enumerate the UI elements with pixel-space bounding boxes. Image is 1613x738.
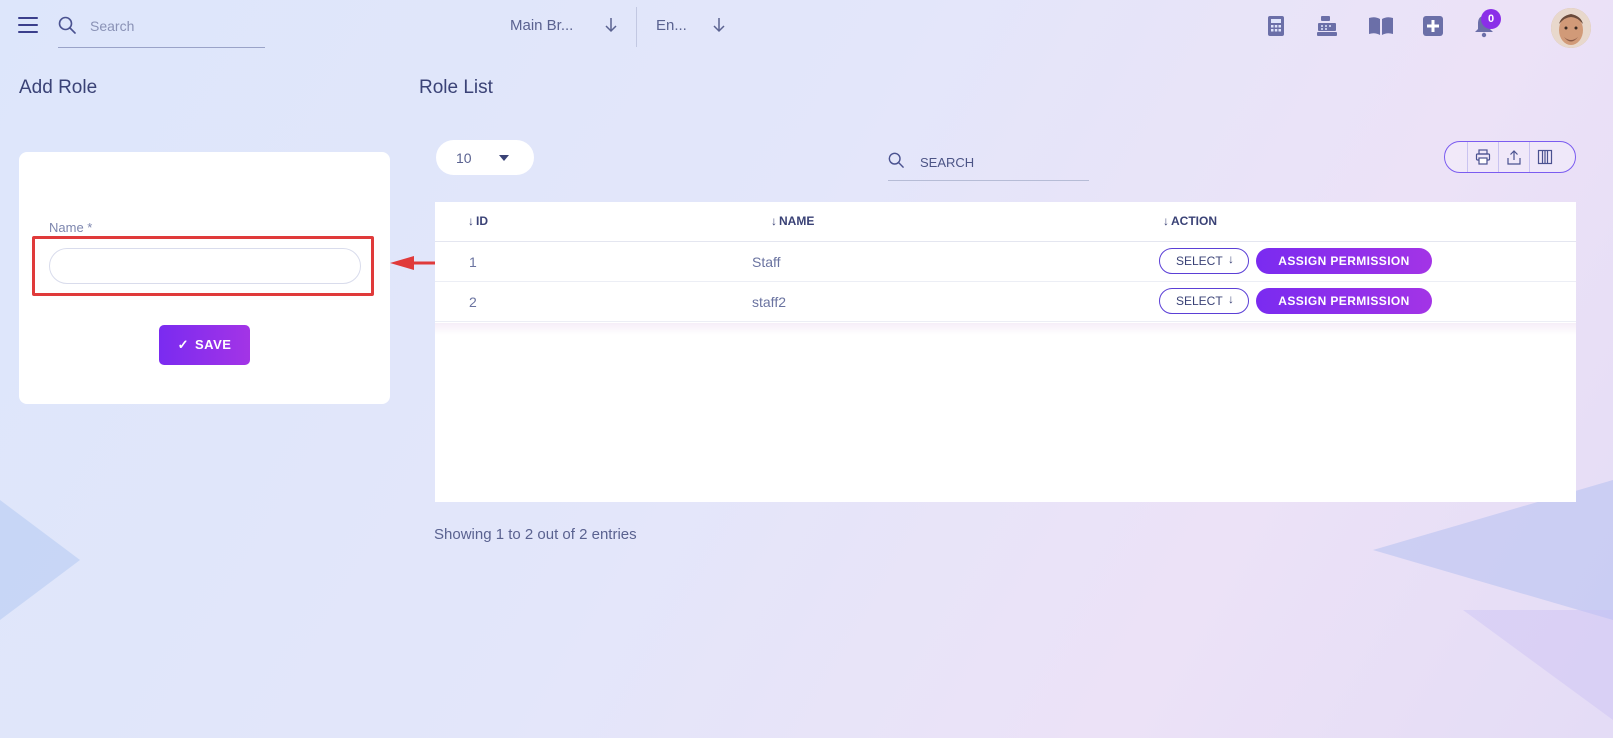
row-name: Staff [752,254,781,270]
menu-icon[interactable] [18,17,38,33]
row-id: 1 [469,254,477,270]
book-icon[interactable] [1368,14,1394,38]
cash-register-icon[interactable] [1315,14,1339,38]
table-search-input[interactable] [920,153,1085,171]
table-search [888,146,1089,181]
save-label: SAVE [194,337,232,352]
notification-badge: 0 [1481,9,1501,29]
assign-permission-button[interactable]: ASSIGN PERMISSION [1256,288,1432,314]
divider [636,7,637,47]
background-shape-right-lower [1463,610,1613,720]
columns-icon [1537,149,1553,165]
row-id: 2 [469,294,477,310]
calculator-icon[interactable] [1264,14,1288,38]
global-search-input[interactable] [90,16,260,36]
sort-arrow-icon: ↓ [771,214,777,228]
columns-button[interactable] [1529,142,1560,172]
branch-dropdown[interactable]: Main Br... [510,14,620,40]
name-field[interactable] [49,248,361,284]
search-icon [888,152,904,168]
avatar[interactable] [1551,8,1591,48]
per-page-select[interactable]: 10 [436,140,534,175]
table-row-shadow [435,323,1576,335]
name-label: Name * [49,220,93,235]
print-icon [1475,149,1491,165]
save-button[interactable]: ✓ SAVE [159,325,250,365]
export-button[interactable] [1498,142,1529,172]
table-header: ↓ ID ↓ NAME ↓ ACTION [435,202,1576,242]
table-row: 2 staff2 SELECT ↓ ASSIGN PERMISSION [435,282,1576,322]
role-table: ↓ ID ↓ NAME ↓ ACTION 1 Staff SELECT ↓ ASSIGN… [435,202,1576,502]
table-tools-group [1444,141,1576,173]
pagination-info: Showing 1 to 2 out of 2 entries [434,526,637,543]
sort-arrow-icon: ↓ [468,214,474,228]
sort-arrow-icon: ↓ [1163,214,1169,228]
column-header-id[interactable]: ↓ ID [468,214,488,228]
per-page-value: 10 [456,150,472,166]
add-role-title: Add Role [19,77,98,98]
print-button[interactable] [1467,142,1498,172]
plus-square-icon[interactable] [1421,14,1445,38]
upload-icon [1507,150,1521,165]
search-icon [58,16,76,34]
row-name: staff2 [752,294,786,310]
table-row: 1 Staff SELECT ↓ ASSIGN PERMISSION [435,242,1576,282]
arrow-down-icon: ↓ [1228,252,1234,266]
background-shape-left [0,500,80,620]
global-search [58,10,265,48]
add-role-card: Name * ✓ SAVE [19,152,390,404]
language-label: En... [656,17,687,34]
arrow-down-icon: ↓ [1228,292,1234,306]
branch-label: Main Br... [510,17,574,34]
select-button[interactable]: SELECT ↓ [1159,288,1249,314]
top-bar: Main Br... En... 0 [0,0,1613,56]
arrow-down-icon [605,18,617,33]
column-header-name[interactable]: ↓ NAME [771,214,814,228]
select-button[interactable]: SELECT ↓ [1159,248,1249,274]
check-icon: ✓ [177,337,189,352]
caret-down-icon [499,155,509,161]
assign-permission-button[interactable]: ASSIGN PERMISSION [1256,248,1432,274]
user-avatar-image [1551,8,1591,48]
arrow-down-icon [713,18,725,33]
language-dropdown[interactable]: En... [656,14,726,40]
column-header-action[interactable]: ↓ ACTION [1163,214,1217,228]
role-list-title: Role List [419,77,493,98]
